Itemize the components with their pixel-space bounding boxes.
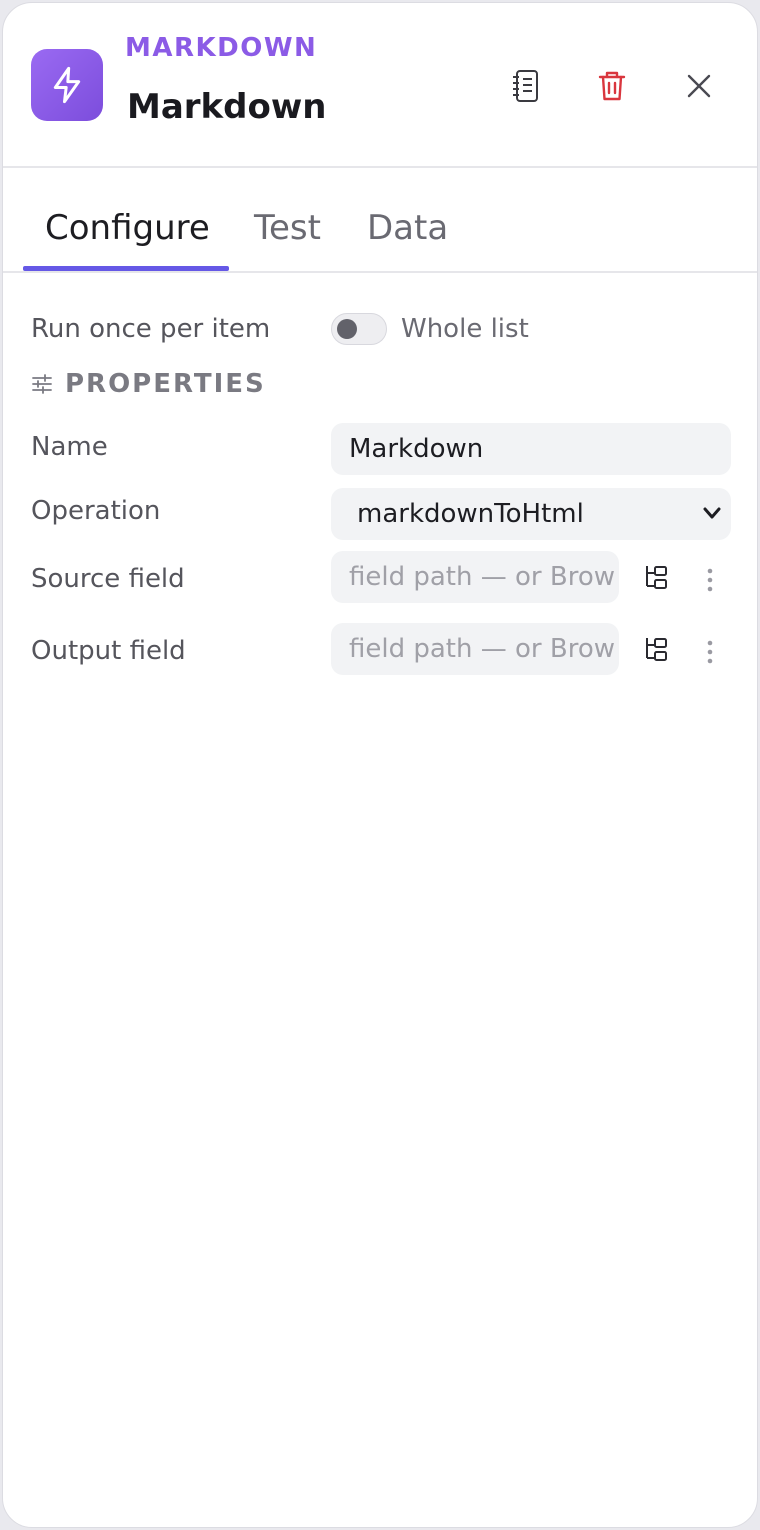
name-input[interactable]: Markdown (331, 423, 731, 475)
toggle-knob (337, 319, 357, 339)
output-field-placeholder: field path — or Brow (349, 634, 615, 664)
trash-icon (598, 71, 626, 101)
output-browse-button[interactable] (639, 632, 673, 666)
source-field-placeholder: field path — or Brow (349, 562, 615, 592)
output-field-input[interactable]: field path — or Brow (331, 623, 619, 675)
close-icon (687, 74, 711, 98)
delete-button[interactable] (589, 63, 635, 109)
tab-bar: Configure Test Data (3, 170, 757, 273)
operation-label: Operation (31, 496, 161, 526)
output-more-button[interactable] (693, 635, 727, 669)
output-field-label: Output field (31, 636, 186, 666)
panel-header: MARKDOWN Markdown (3, 3, 757, 168)
node-title: Markdown (127, 87, 327, 127)
section-title: PROPERTIES (65, 369, 266, 399)
source-field-label: Source field (31, 564, 185, 594)
active-tab-indicator (23, 266, 229, 271)
source-more-button[interactable] (693, 563, 727, 597)
tree-structure-icon (646, 638, 667, 661)
tab-configure[interactable]: Configure (45, 208, 210, 248)
more-vertical-icon (707, 568, 713, 592)
source-browse-button[interactable] (639, 560, 673, 594)
whole-list-label: Whole list (401, 314, 529, 344)
operation-value: markdownToHtml (357, 499, 584, 529)
whole-list-toggle[interactable] (331, 313, 387, 345)
close-button[interactable] (676, 63, 722, 109)
notebook-icon (513, 70, 538, 102)
more-vertical-icon (707, 640, 713, 664)
run-mode-label: Run once per item (31, 314, 271, 344)
node-config-panel: MARKDOWN Markdown Configure Test Data Ru… (2, 2, 758, 1528)
tab-test[interactable]: Test (254, 208, 321, 248)
tree-structure-icon (646, 566, 667, 589)
operation-select[interactable]: markdownToHtml (331, 488, 731, 540)
source-field-input[interactable]: field path — or Brow (331, 551, 619, 603)
sliders-icon (32, 374, 52, 394)
properties-section-header: PROPERTIES (31, 369, 266, 399)
chevron-down-icon (703, 507, 721, 519)
notes-button[interactable] (503, 63, 549, 109)
name-value: Markdown (349, 434, 484, 464)
node-kind-label: MARKDOWN (125, 33, 318, 63)
name-label: Name (31, 432, 108, 462)
tab-data[interactable]: Data (367, 208, 448, 248)
lightning-icon (31, 49, 103, 121)
